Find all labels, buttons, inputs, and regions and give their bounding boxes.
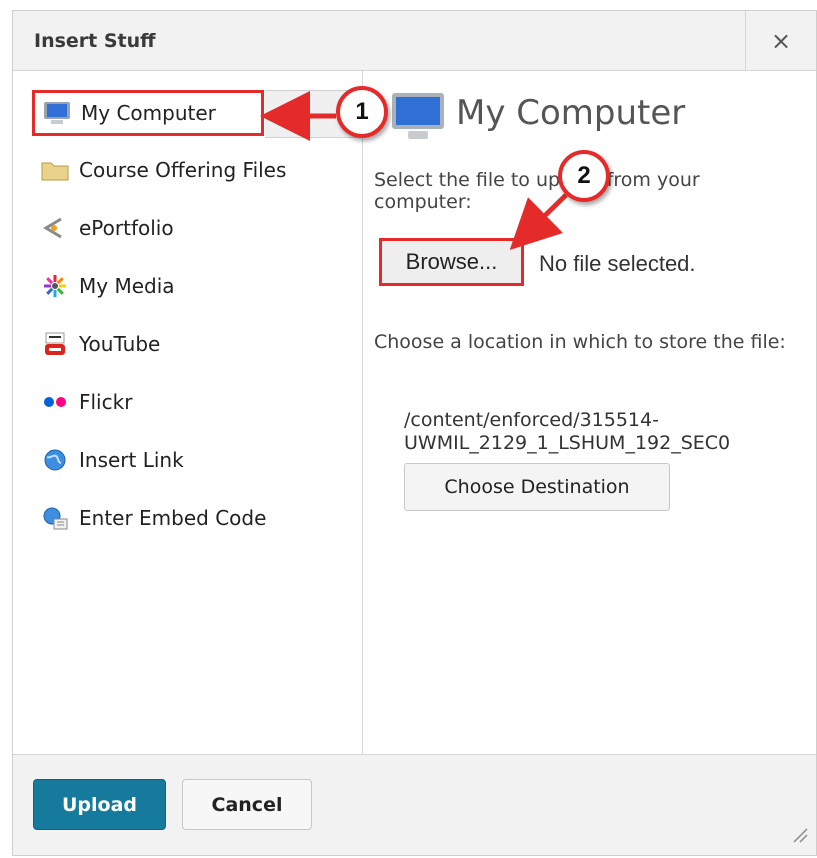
destination-path-line: UWMIL_2129_1_LSHUM_192_SEC0 <box>404 432 731 454</box>
monitor-icon <box>43 101 71 125</box>
destination-path: /content/enforced/315514- UWMIL_2129_1_L… <box>404 409 730 455</box>
location-instruction: Choose a location in which to store the … <box>374 331 786 353</box>
eportfolio-icon <box>41 216 69 240</box>
sidebar-item-my-computer[interactable]: My Computer <box>32 90 264 136</box>
sidebar-item-label: Insert Link <box>79 448 184 472</box>
choose-destination-button[interactable]: Choose Destination <box>404 463 670 511</box>
youtube-icon <box>41 332 69 356</box>
insert-stuff-dialog: Insert Stuff × My Computer Course Offeri… <box>12 10 817 856</box>
folder-icon <box>41 158 69 182</box>
step-2-callout: 2 <box>558 150 610 202</box>
sidebar-item-label: Enter Embed Code <box>79 506 267 530</box>
media-icon <box>41 274 69 298</box>
sidebar-item-flickr[interactable]: Flickr <box>41 385 132 419</box>
monitor-icon <box>390 87 446 143</box>
source-sidebar: My Computer Course Offering Files ePortf… <box>13 71 363 755</box>
sidebar-item-my-media[interactable]: My Media <box>41 269 175 303</box>
sidebar-item-enter-embed-code[interactable]: Enter Embed Code <box>41 501 266 535</box>
resize-handle-icon[interactable] <box>790 825 808 843</box>
dialog-footer: Upload Cancel <box>13 754 816 855</box>
sidebar-item-label: Course Offering Files <box>79 158 287 182</box>
step-1-callout: 1 <box>336 86 388 138</box>
flickr-icon <box>41 390 69 414</box>
sidebar-item-course-offering-files[interactable]: Course Offering Files <box>41 153 286 187</box>
sidebar-item-label: My Media <box>79 274 175 298</box>
upload-button[interactable]: Upload <box>33 779 166 830</box>
browse-button[interactable]: Browse... <box>379 238 524 286</box>
sidebar-item-label: My Computer <box>81 101 216 125</box>
destination-path-line: /content/enforced/315514- <box>404 409 659 431</box>
close-icon: × <box>770 26 792 55</box>
sidebar-item-eportfolio[interactable]: ePortfolio <box>41 211 174 245</box>
dialog-titlebar: Insert Stuff × <box>13 11 816 71</box>
globe-icon <box>41 448 69 472</box>
panel-heading: My Computer <box>456 93 686 133</box>
sidebar-item-youtube[interactable]: YouTube <box>41 327 160 361</box>
close-button[interactable]: × <box>745 11 816 70</box>
cancel-button[interactable]: Cancel <box>182 779 312 830</box>
sidebar-item-label: YouTube <box>79 332 161 356</box>
sidebar-item-insert-link[interactable]: Insert Link <box>41 443 184 477</box>
dialog-title: Insert Stuff <box>34 30 156 52</box>
file-status: No file selected. <box>539 251 696 276</box>
embed-icon <box>41 506 69 530</box>
sidebar-item-label: ePortfolio <box>79 216 174 240</box>
sidebar-item-label: Flickr <box>79 390 133 414</box>
